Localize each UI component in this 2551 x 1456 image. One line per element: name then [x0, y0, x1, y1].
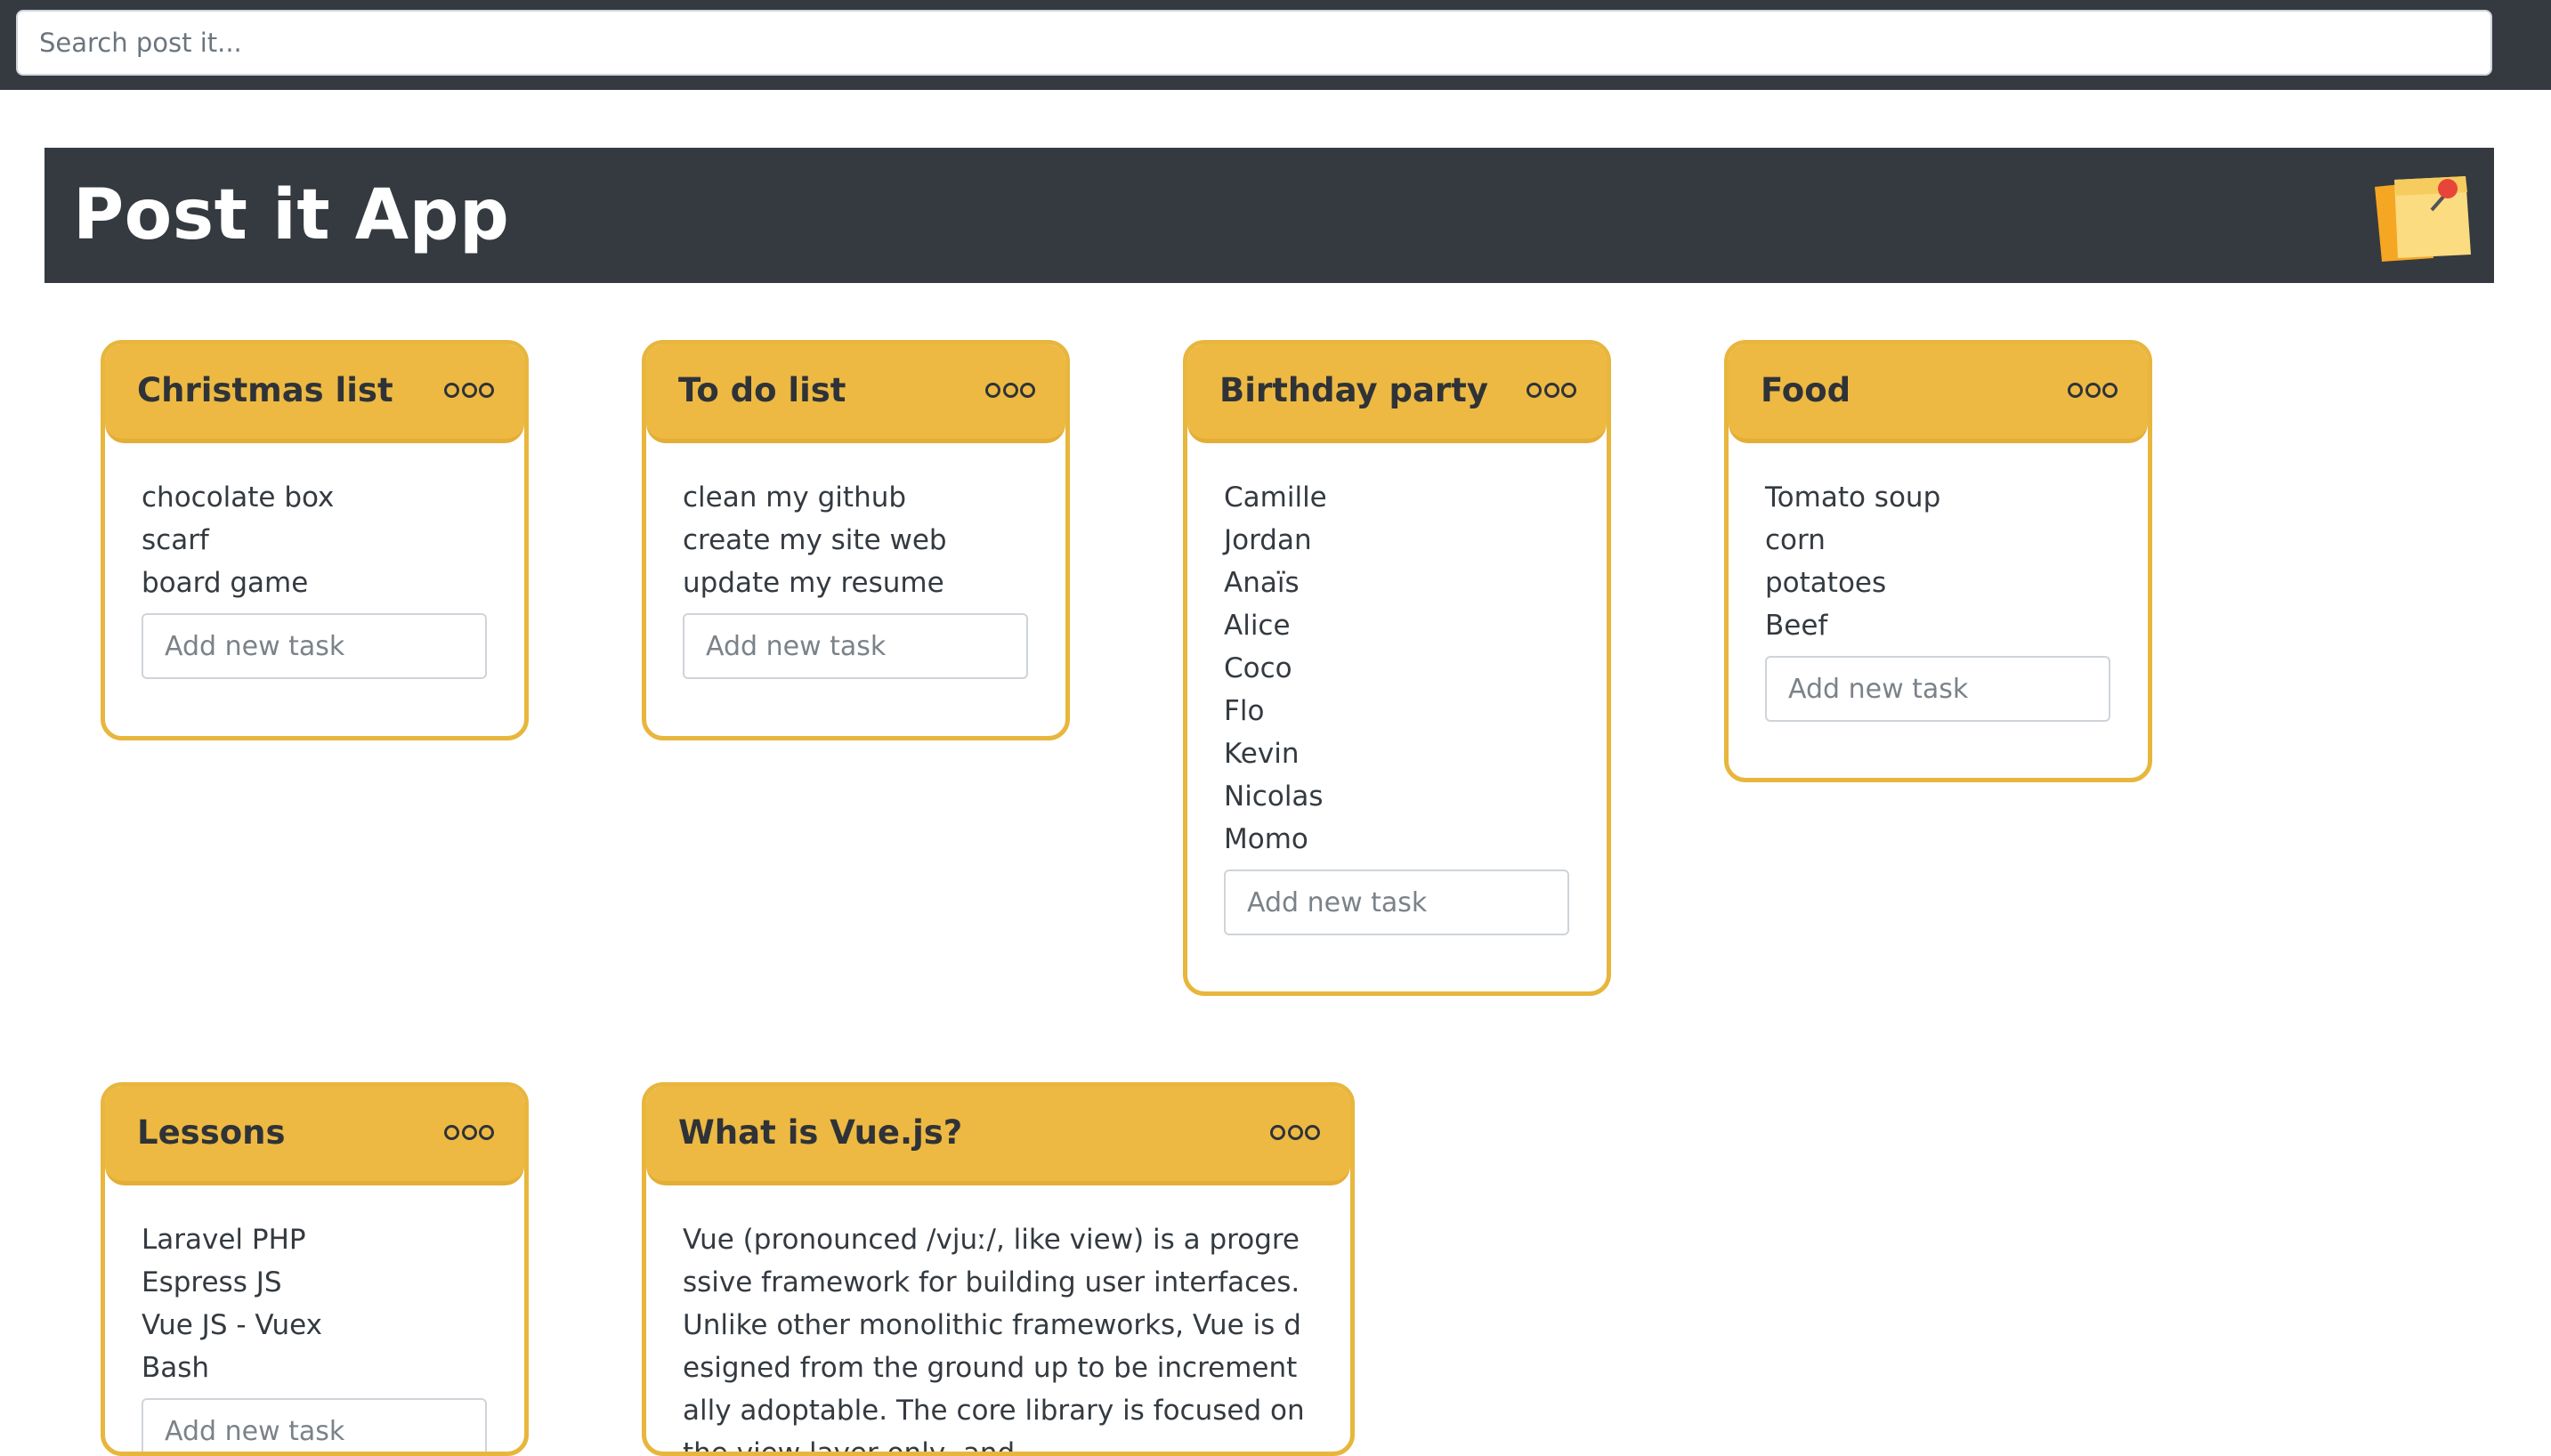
task-item: corn: [1765, 524, 1826, 556]
postit-card-food: Food Tomato soup corn potatoes Beef: [1724, 340, 2152, 782]
postit-card-lessons: Lessons Laravel PHP Espress JS Vue JS - …: [101, 1082, 529, 1456]
task-item: potatoes: [1765, 567, 1887, 599]
task-item: clean my github: [683, 481, 907, 514]
task-item: board game: [142, 567, 309, 599]
app-header: Post it App: [45, 148, 2494, 283]
postit-card-christmas-list: Christmas list chocolate box scarf board…: [101, 340, 529, 740]
task-item: scarf: [142, 524, 209, 556]
more-dots-icon[interactable]: [985, 378, 1035, 401]
more-dots-icon[interactable]: [1270, 1120, 1320, 1144]
task-item: Momo: [1224, 823, 1308, 855]
card-body: Laravel PHP Espress JS Vue JS - Vuex Bas…: [142, 1218, 488, 1452]
card-header: Food: [1729, 344, 2148, 443]
postit-card-birthday-party: Birthday party Camille Jordan Anaïs Alic…: [1183, 340, 1611, 996]
task-item: Jordan: [1224, 524, 1312, 556]
task-item: Camille: [1224, 481, 1327, 514]
task-item: Bash: [142, 1352, 210, 1384]
task-item: update my resume: [683, 567, 944, 599]
more-dots-icon[interactable]: [444, 1120, 494, 1144]
card-title: Christmas list: [137, 371, 393, 409]
card-body: Camille Jordan Anaïs Alice Coco Flo Kevi…: [1224, 476, 1570, 935]
card-title: Lessons: [137, 1113, 286, 1152]
card-description-text: Vue (pronounced /vjuː/, like view) is a …: [683, 1224, 1305, 1456]
card-title: What is Vue.js?: [678, 1113, 963, 1152]
card-body: Tomato soup corn potatoes Beef: [1765, 476, 2111, 722]
add-task-input[interactable]: [683, 613, 1028, 679]
task-item: Coco: [1224, 652, 1292, 684]
search-input[interactable]: [16, 10, 2492, 76]
more-dots-icon[interactable]: [2068, 378, 2118, 401]
more-dots-icon[interactable]: [444, 378, 494, 401]
add-task-input[interactable]: [142, 1398, 487, 1452]
postit-card-to-do-list: To do list clean my github create my sit…: [642, 340, 1070, 740]
page-title: Post it App: [73, 175, 510, 255]
card-header: Birthday party: [1187, 344, 1607, 443]
task-item: Flo: [1224, 695, 1265, 727]
card-title: Food: [1761, 371, 1851, 409]
add-task-input[interactable]: [1765, 656, 2110, 722]
task-item: Alice: [1224, 610, 1291, 642]
card-title: To do list: [678, 371, 846, 409]
card-body: chocolate box scarf board game: [142, 476, 488, 679]
postit-card-what-is-vuejs: What is Vue.js? Vue (pronounced /vjuː/, …: [642, 1082, 1355, 1456]
task-item: Beef: [1765, 610, 1828, 642]
task-item: chocolate box: [142, 481, 335, 514]
card-body: clean my github create my site web updat…: [683, 476, 1029, 679]
card-header: Lessons: [105, 1087, 524, 1185]
task-item: Kevin: [1224, 738, 1300, 770]
more-dots-icon[interactable]: [1527, 378, 1576, 401]
card-header: What is Vue.js?: [646, 1087, 1350, 1185]
top-search-bar: [0, 0, 2551, 90]
task-item: Nicolas: [1224, 781, 1324, 813]
card-header: To do list: [646, 344, 1065, 443]
add-task-input[interactable]: [142, 613, 487, 679]
task-item: Espress JS: [142, 1266, 282, 1298]
sticky-note-logo-icon: [2375, 176, 2471, 262]
task-item: Anaïs: [1224, 567, 1300, 599]
task-item: create my site web: [683, 524, 947, 556]
card-body: Vue (pronounced /vjuː/, like view) is a …: [683, 1218, 1314, 1456]
task-item: Tomato soup: [1765, 481, 1941, 514]
add-task-input[interactable]: [1224, 870, 1569, 935]
task-item: Laravel PHP: [142, 1224, 306, 1256]
card-header: Christmas list: [105, 344, 524, 443]
task-item: Vue JS - Vuex: [142, 1309, 323, 1341]
card-title: Birthday party: [1219, 371, 1488, 409]
